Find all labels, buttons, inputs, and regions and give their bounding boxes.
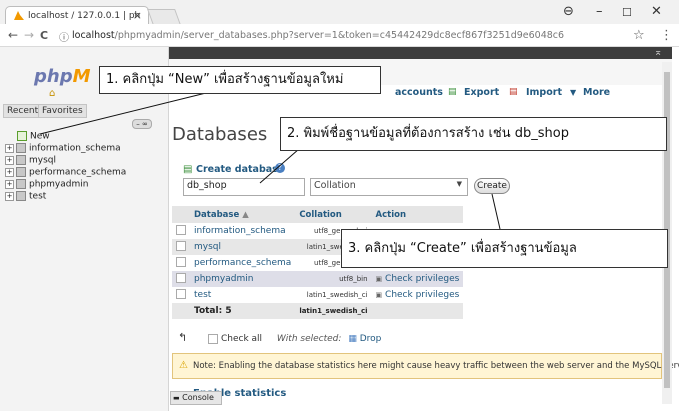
callout-step-2: 2. พิมพ์ชื่อฐานข้อมูลที่ต้องการสร้าง เช่…: [280, 117, 667, 151]
callout-step-3: 3. คลิกปุ่ม “Create” เพื่อสร้างฐานข้อมูล: [341, 229, 668, 268]
callout-step-1: 1. คลิกปุ่ม “New” เพื่อสร้างฐานข้อมูลใหม…: [99, 66, 381, 94]
callout-leader-lines: [39, 91, 501, 230]
